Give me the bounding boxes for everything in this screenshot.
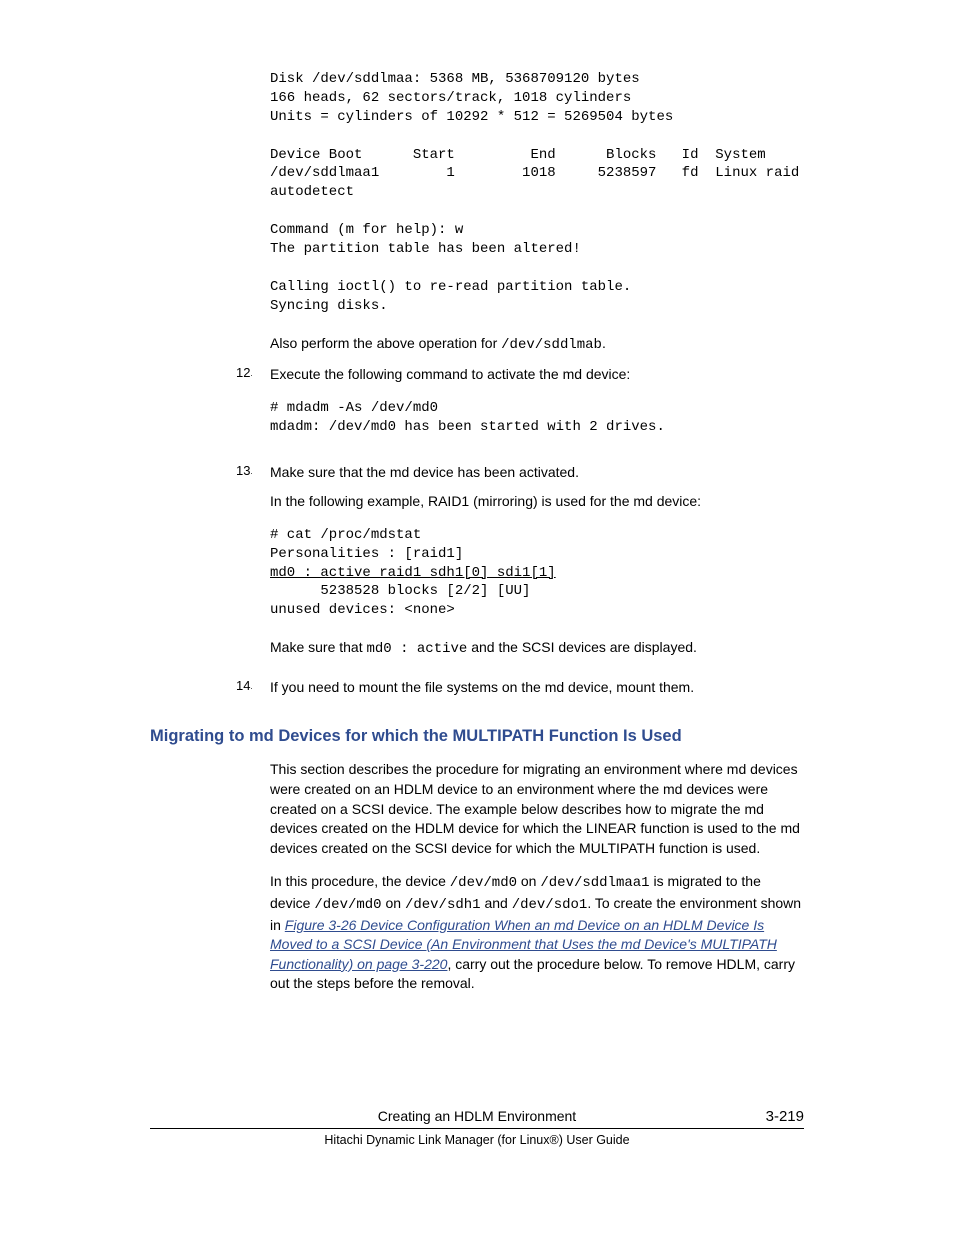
step13-text2: In the following example, RAID1 (mirrori… [270,492,804,512]
step13-text1: Make sure that the md device has been ac… [270,463,804,483]
text-make-1: Make sure that [270,639,367,655]
code-block-mdstat: # cat /proc/mdstat Personalities : [raid… [270,526,804,620]
list-item-14: 14. If you need to mount the file system… [236,678,804,708]
footer-subtitle: Hitachi Dynamic Link Manager (for Linux®… [150,1129,804,1147]
list-number-12: 12. [236,365,270,454]
paragraph-procedure-detail: In this procedure, the device /dev/md0 o… [270,872,804,994]
device-path-sddlmab: /dev/sddlmab [501,337,602,353]
text-make-2: and the SCSI devices are displayed. [467,639,697,655]
page-footer: Creating an HDLM Environment Hitachi Dyn… [150,1108,804,1147]
paragraph-also-perform: Also perform the above operation for /de… [270,334,804,356]
footer-title: Creating an HDLM Environment [150,1108,804,1129]
code-block-fdisk-output: Disk /dev/sddlmaa: 5368 MB, 5368709120 b… [270,70,804,316]
code-md0-active: md0 : active [367,641,468,657]
list-number-13: 13. [236,463,270,670]
text-also-1: Also perform the above operation for [270,335,501,351]
list-number-14: 14. [236,678,270,708]
section-heading-migrating: Migrating to md Devices for which the MU… [150,727,804,746]
text-also-2: . [602,335,606,351]
list-item-12: 12. Execute the following command to act… [236,365,804,454]
paragraph-section-intro: This section describes the procedure for… [270,760,804,858]
list-item-13: 13. Make sure that the md device has bee… [236,463,804,670]
paragraph-make-sure: Make sure that md0 : active and the SCSI… [270,638,804,660]
step12-text: Execute the following command to activat… [270,365,804,385]
code-block-mdadm-activate: # mdadm -As /dev/md0 mdadm: /dev/md0 has… [270,399,804,437]
step14-text: If you need to mount the file systems on… [270,678,804,698]
